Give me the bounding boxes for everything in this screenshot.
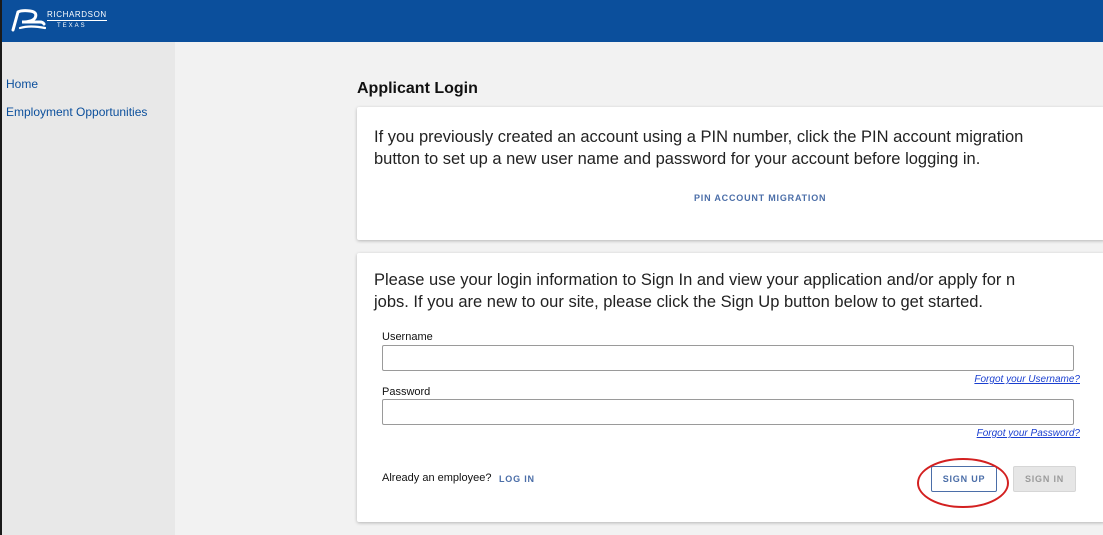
sidebar: Home Employment Opportunities [2, 42, 175, 535]
top-header-bar: RICHARDSON TEXAS [2, 0, 1103, 42]
password-input[interactable] [382, 399, 1074, 425]
richardson-r-icon [11, 9, 46, 32]
login-text-line-1: Please use your login information to Sig… [374, 271, 1016, 289]
forgot-password-link[interactable]: Forgot your Password? [977, 428, 1080, 439]
login-card: Please use your login information to Sig… [357, 253, 1103, 522]
username-input[interactable] [382, 345, 1074, 371]
page-title: Applicant Login [357, 80, 478, 97]
richardson-logo[interactable]: RICHARDSON TEXAS [10, 8, 120, 34]
sidebar-item-employment-opportunities[interactable]: Employment Opportunities [6, 105, 147, 119]
login-text-line-2: jobs. If you are new to our site, please… [374, 293, 984, 311]
brand-region: TEXAS [57, 23, 87, 29]
pin-migration-card: If you previously created an account usi… [357, 107, 1103, 240]
password-label: Password [382, 386, 431, 398]
pin-account-migration-button[interactable]: PIN ACCOUNT MIGRATION [694, 193, 826, 203]
forgot-username-link[interactable]: Forgot your Username? [974, 374, 1080, 385]
migration-text-line-1: If you previously created an account usi… [374, 128, 1024, 146]
sign-up-button[interactable]: SIGN UP [931, 466, 997, 492]
migration-text-line-2: button to set up a new user name and pas… [374, 150, 981, 168]
username-label: Username [382, 331, 433, 343]
sidebar-item-home[interactable]: Home [6, 77, 38, 91]
sign-in-button[interactable]: SIGN IN [1013, 466, 1076, 492]
log-in-link[interactable]: LOG IN [499, 474, 535, 484]
brand-name: RICHARDSON [47, 10, 107, 21]
employee-prompt: Already an employee? [382, 472, 492, 484]
